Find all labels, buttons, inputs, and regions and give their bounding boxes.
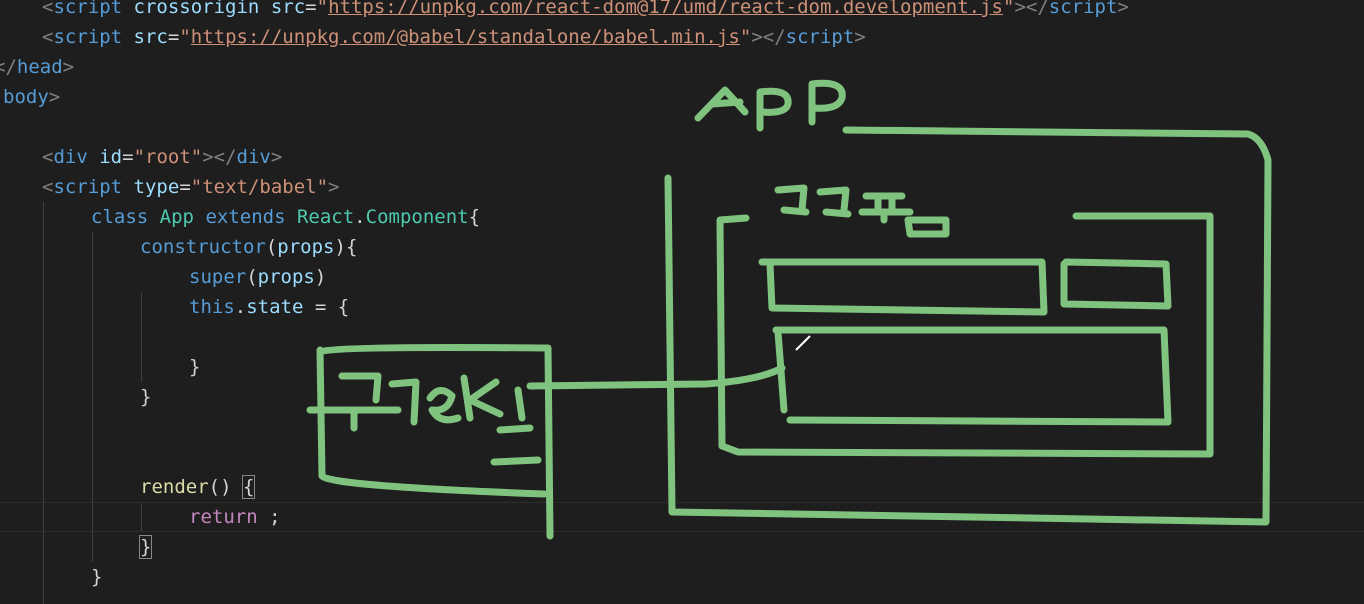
property: state [246, 296, 304, 318]
tag-bracket: < [42, 176, 54, 198]
tag-bracket: > [328, 176, 340, 198]
attr-name: src [270, 0, 306, 18]
quote: " [179, 26, 191, 48]
string-literal: "text/babel" [190, 176, 329, 198]
tag-bracket: ></ [751, 26, 786, 48]
keyword: return [189, 506, 258, 528]
code-line: class App extends React.Component{ [91, 202, 480, 232]
code-line: </head> [0, 52, 74, 82]
indent-guide [141, 292, 142, 382]
code-line: } [138, 532, 153, 562]
code-line: <div id="root"></div> [42, 142, 282, 172]
class-name: React [296, 206, 355, 228]
dot: . [354, 206, 366, 228]
tag-name: head [16, 56, 63, 78]
dot: . [234, 296, 247, 318]
url-link[interactable]: https://unpkg.com/@babel/standalone/babe… [191, 26, 740, 48]
code-line: } [91, 562, 102, 592]
tag-name: script [53, 26, 123, 48]
code-line: this.state = { [189, 292, 349, 322]
indent-guide [43, 202, 44, 604]
code-line: <script type="text/babel"> [42, 172, 340, 202]
code-line: constructor(props){ [140, 232, 357, 262]
class-name: Component [365, 206, 469, 228]
keyword: class [91, 206, 149, 228]
equals: = [305, 0, 317, 18]
paren: ){ [334, 236, 358, 258]
keyword: extends [205, 206, 286, 228]
string-literal: "root" [133, 146, 203, 168]
tag-name: script [1048, 0, 1118, 18]
quote: " [739, 26, 752, 48]
tag-bracket: ></ [202, 146, 237, 168]
param: props [277, 236, 335, 258]
attr-name: src [133, 26, 168, 48]
tag-name: div [236, 146, 271, 168]
equals: = [122, 146, 134, 168]
url-link[interactable]: https://unpkg.com/react-dom@17/umd/react… [328, 0, 1003, 18]
code-line: <script crossorigin src="https://unpkg.c… [42, 0, 1129, 22]
attr-name: crossorigin [133, 0, 260, 18]
code-editor[interactable]: <script crossorigin src="https://unpkg.c… [0, 0, 1364, 604]
quote: " [1002, 0, 1015, 18]
code-line: super(props) [189, 262, 326, 292]
operator: ; [257, 506, 281, 528]
tag-bracket: > [48, 86, 61, 108]
equals: = [179, 176, 191, 198]
tag-bracket: > [62, 56, 75, 78]
method-name: constructor [140, 236, 266, 258]
keyword: this [189, 296, 235, 318]
code-line: render() { [140, 472, 256, 502]
tag-bracket: > [270, 146, 283, 168]
brace: } [140, 386, 152, 408]
method-name: render [140, 476, 209, 498]
param: props [257, 266, 315, 288]
tag-bracket: </ [0, 56, 17, 78]
tag-bracket: > [854, 26, 866, 48]
brace: { [468, 206, 481, 228]
paren: ( [265, 236, 278, 258]
tag-bracket: < [42, 26, 54, 48]
tag-bracket: ></ [1014, 0, 1049, 18]
keyword: super [189, 266, 247, 288]
code-line: body> [3, 82, 60, 112]
tag-name: script [785, 26, 855, 48]
tag-name: div [53, 146, 88, 168]
tag-bracket: < [42, 146, 54, 168]
paren: ( [246, 266, 258, 288]
code-line: <script src="https://unpkg.com/@babel/st… [42, 22, 866, 52]
tag-name: script [53, 176, 123, 198]
tag-name: script [53, 0, 123, 18]
tag-bracket: > [1117, 0, 1129, 18]
tag-name: body [3, 86, 49, 108]
tag-bracket: < [42, 0, 54, 18]
code-line: } [189, 352, 200, 382]
paren: ) [314, 266, 327, 288]
code-line: return ; [189, 502, 281, 532]
brace: } [91, 566, 103, 588]
brace-match: { [241, 475, 256, 499]
attr-name: id [99, 146, 123, 168]
attr-name: type [133, 176, 180, 198]
equals: = [167, 26, 180, 48]
paren: () [208, 476, 243, 498]
brace: } [189, 356, 201, 378]
brace-match: } [138, 535, 153, 559]
operator: = { [303, 296, 350, 318]
quote: " [316, 0, 329, 18]
class-name: App [159, 206, 194, 228]
code-line: } [140, 382, 151, 412]
